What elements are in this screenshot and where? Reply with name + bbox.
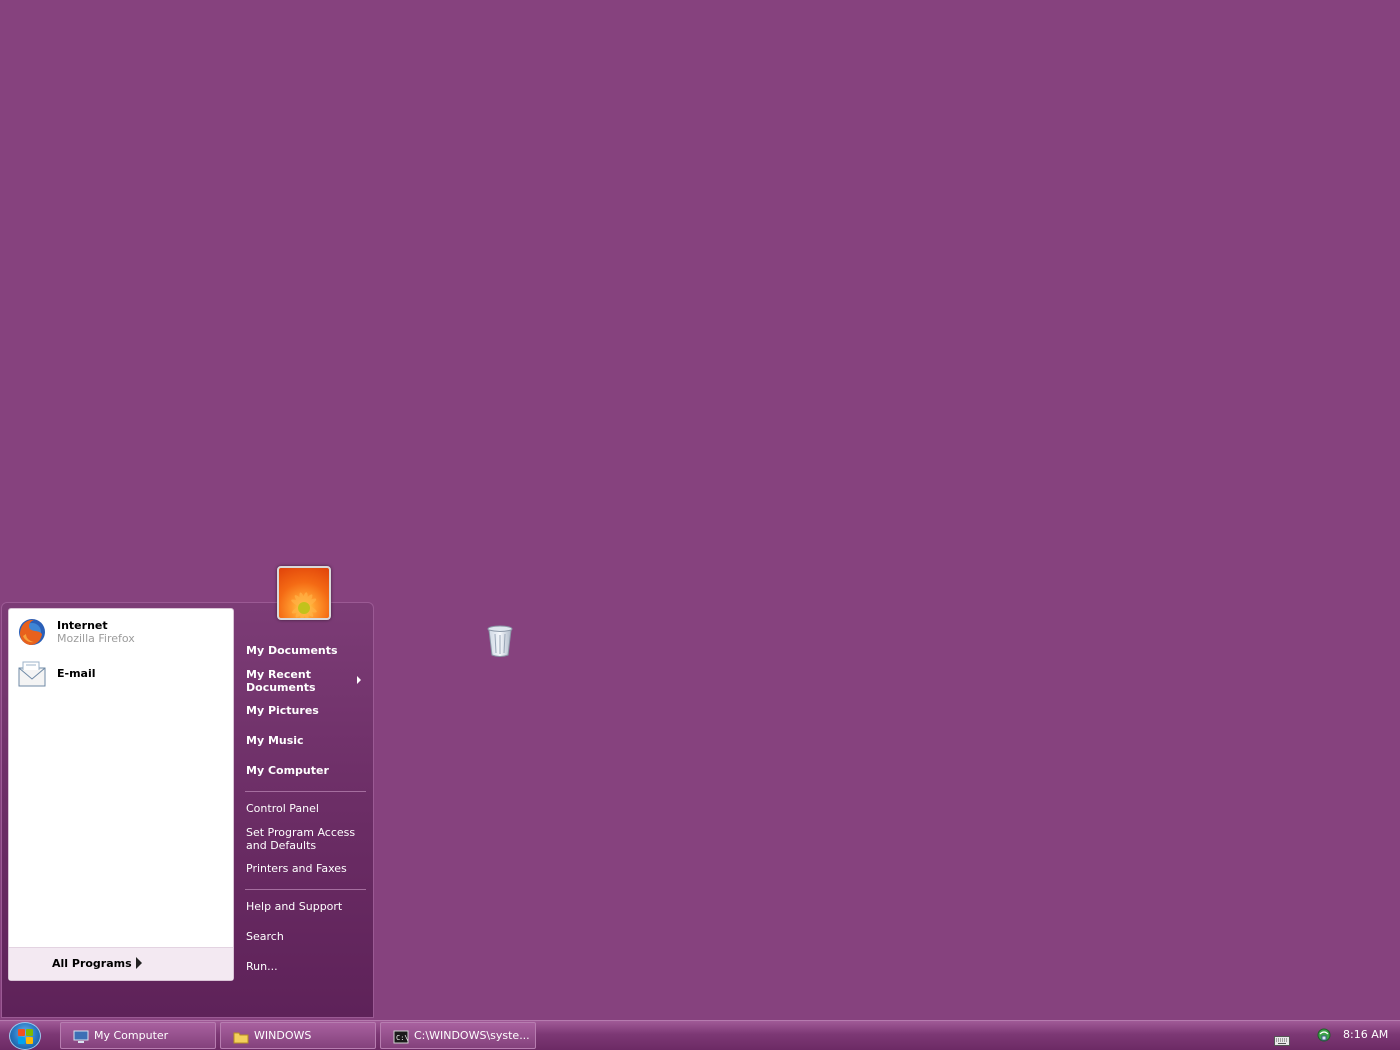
start-button[interactable] xyxy=(9,1022,41,1050)
menu-item-control-panel[interactable]: Control Panel xyxy=(246,802,368,815)
firefox-icon xyxy=(17,617,47,647)
menu-item-label-line1: Set Program Access xyxy=(246,826,356,839)
email-envelope-icon xyxy=(17,659,47,689)
menu-item-my-music[interactable]: My Music xyxy=(246,734,368,747)
windows-logo-icon xyxy=(26,1029,33,1036)
menu-item-label-line2: Documents xyxy=(246,681,316,694)
taskbar-button-my-computer[interactable]: My Computer xyxy=(60,1022,216,1049)
windows-logo-icon xyxy=(26,1037,33,1044)
menu-item-my-recent-documents[interactable]: My Recent Documents xyxy=(246,668,368,694)
taskbar-clock[interactable]: 8:16 AM xyxy=(1343,1028,1388,1041)
taskbar-button-command-prompt[interactable]: C:\ C:\WINDOWS\syste... xyxy=(380,1022,536,1049)
pinned-item-email[interactable]: E-mail xyxy=(15,655,229,691)
windows-logo-icon xyxy=(18,1037,25,1044)
svg-text:C:\: C:\ xyxy=(396,1034,409,1042)
folder-icon xyxy=(233,1029,249,1044)
taskbar-button-label: C:\WINDOWS\syste... xyxy=(414,1029,530,1042)
computer-icon xyxy=(73,1029,89,1043)
menu-separator xyxy=(245,791,366,792)
menu-item-set-program-access[interactable]: Set Program Access and Defaults xyxy=(246,826,368,852)
menu-separator xyxy=(245,889,366,890)
menu-item-my-documents[interactable]: My Documents xyxy=(246,644,368,657)
network-icon[interactable] xyxy=(1316,1027,1332,1043)
pinned-item-internet[interactable]: Internet Mozilla Firefox xyxy=(15,613,229,649)
submenu-arrow-icon xyxy=(357,676,361,684)
menu-item-printers-and-faxes[interactable]: Printers and Faxes xyxy=(246,862,368,875)
pinned-item-title: Internet xyxy=(57,619,108,632)
menu-item-search[interactable]: Search xyxy=(246,930,368,943)
menu-item-label-line1: My Recent xyxy=(246,668,311,681)
pinned-item-title: E-mail xyxy=(57,667,96,680)
recycle-bin-icon[interactable] xyxy=(486,624,514,658)
taskbar-button-label: My Computer xyxy=(94,1029,169,1042)
desktop: Internet Mozilla Firefox E-mail All Prog… xyxy=(0,0,1400,1050)
menu-item-my-pictures[interactable]: My Pictures xyxy=(246,704,368,717)
menu-item-run[interactable]: Run... xyxy=(246,960,368,973)
command-prompt-icon: C:\ xyxy=(393,1029,409,1044)
pinned-programs-pane: Internet Mozilla Firefox E-mail All Prog… xyxy=(8,608,234,981)
arrow-right-icon xyxy=(136,957,142,969)
pinned-item-subtitle: Mozilla Firefox xyxy=(57,632,135,645)
windows-logo-icon xyxy=(18,1029,25,1036)
taskbar-button-windows[interactable]: WINDOWS xyxy=(220,1022,376,1049)
all-programs-button[interactable]: All Programs xyxy=(9,947,233,980)
menu-item-my-computer[interactable]: My Computer xyxy=(246,764,368,777)
taskbar-button-label: WINDOWS xyxy=(254,1029,312,1042)
keyboard-icon[interactable] xyxy=(1274,1031,1290,1046)
menu-item-help-and-support[interactable]: Help and Support xyxy=(246,900,368,913)
user-picture[interactable] xyxy=(277,566,331,620)
all-programs-label: All Programs xyxy=(52,957,132,970)
menu-item-label-line2: and Defaults xyxy=(246,839,317,852)
